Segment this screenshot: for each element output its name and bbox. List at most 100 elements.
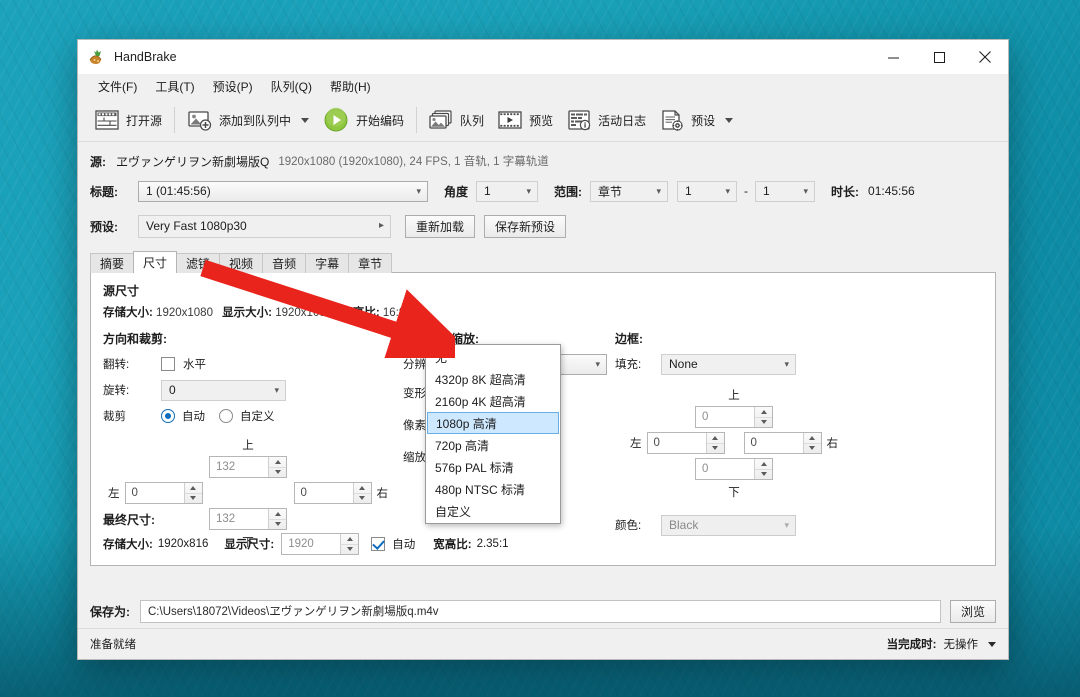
final-display-spin-buttons[interactable] xyxy=(340,534,358,554)
crop-left-right-row: 左 0 xyxy=(103,482,393,504)
crop-top-decrement[interactable] xyxy=(269,468,286,478)
tab-dimensions[interactable]: 尺寸 xyxy=(133,251,177,273)
pad-bottom-spin-buttons[interactable] xyxy=(754,459,772,479)
pad-bottom-decrement[interactable] xyxy=(755,470,772,480)
activity-log-button[interactable]: 活动日志 xyxy=(560,106,653,134)
save-new-preset-button[interactable]: 保存新预设 xyxy=(484,215,566,238)
pad-right-spin-buttons[interactable] xyxy=(803,433,821,453)
color-select-value: Black xyxy=(669,518,698,532)
final-display-spinner[interactable]: 1920 xyxy=(281,533,359,555)
reload-preset-button[interactable]: 重新加载 xyxy=(405,215,475,238)
tab-subtitles[interactable]: 字幕 xyxy=(305,253,349,273)
dropdown-option-custom[interactable]: 自定义 xyxy=(427,500,559,522)
menu-queue[interactable]: 队列(Q) xyxy=(262,75,321,98)
pad-left-spin-buttons[interactable] xyxy=(706,433,724,453)
crop-auto-radio[interactable] xyxy=(161,409,175,423)
chevron-down-icon-when-done[interactable] xyxy=(988,642,996,647)
preset-select[interactable]: Very Fast 1080p30 ▸ xyxy=(138,215,391,238)
dropdown-option-4320p[interactable]: 4320p 8K 超高清 xyxy=(427,368,559,390)
chapter-start-select[interactable]: 1 ▾ xyxy=(677,181,737,202)
padding-row: 填充: None ▾ xyxy=(615,351,983,377)
final-display-increment[interactable] xyxy=(341,534,358,545)
open-source-button[interactable]: 打开源 xyxy=(88,106,169,134)
dimensions-panel: 源尺寸 存储大小: 1920x1080 显示大小: 1920x1080 宽高比:… xyxy=(90,272,996,566)
flip-row: 翻转: 水平 xyxy=(103,351,403,377)
crop-right-decrement[interactable] xyxy=(354,494,371,504)
preview-button[interactable]: 预览 xyxy=(491,106,560,134)
presets-toolbar-button[interactable]: 预设 xyxy=(653,106,740,134)
queue-button[interactable]: 队列 xyxy=(422,106,491,134)
tab-audio[interactable]: 音频 xyxy=(262,253,306,273)
pad-left-decrement[interactable] xyxy=(707,444,724,454)
film-strip-icon xyxy=(95,109,119,131)
pad-left-increment[interactable] xyxy=(707,433,724,444)
chevron-down-icon-presets[interactable] xyxy=(725,118,733,123)
crop-top-value: 132 xyxy=(210,457,268,477)
maximize-button[interactable] xyxy=(916,40,962,74)
rotate-label: 旋转: xyxy=(103,382,161,398)
menu-presets[interactable]: 预设(P) xyxy=(204,75,262,98)
pad-right-increment[interactable] xyxy=(804,433,821,444)
flip-horizontal-checkbox[interactable] xyxy=(161,357,175,371)
destination-path-input[interactable]: C:\Users\18072\Videos\ヱヴァンゲリヲン新劇場版q.m4v xyxy=(140,600,941,623)
range-select[interactable]: 章节 ▾ xyxy=(590,181,668,202)
final-display-decrement[interactable] xyxy=(341,545,358,555)
add-to-queue-button[interactable]: 添加到队列中 xyxy=(180,106,316,134)
chevron-down-icon[interactable] xyxy=(301,118,309,123)
crop-right-increment[interactable] xyxy=(354,483,371,494)
dropdown-option-480p[interactable]: 480p NTSC 标清 xyxy=(427,478,559,500)
pad-left-spinner[interactable]: 0 xyxy=(647,432,725,454)
close-button[interactable] xyxy=(962,40,1008,74)
pad-right-spinner[interactable]: 0 xyxy=(744,432,822,454)
tab-summary[interactable]: 摘要 xyxy=(90,253,134,273)
tab-video[interactable]: 视频 xyxy=(219,253,263,273)
menu-file[interactable]: 文件(F) xyxy=(89,75,146,98)
tab-bar: 摘要 尺寸 滤镜 视频 音频 字幕 章节 xyxy=(90,251,996,273)
pad-top-increment[interactable] xyxy=(755,407,772,418)
final-auto-checkbox[interactable] xyxy=(371,537,385,551)
title-bar: HandBrake xyxy=(78,40,1008,74)
crop-left-decrement[interactable] xyxy=(185,494,202,504)
dropdown-option-720p[interactable]: 720p 高清 xyxy=(427,434,559,456)
pad-left-value: 0 xyxy=(648,433,706,453)
resolution-limit-dropdown[interactable]: 无 4320p 8K 超高清 2160p 4K 超高清 1080p 高清 720… xyxy=(425,344,561,524)
pad-top-decrement[interactable] xyxy=(755,418,772,428)
crop-custom-radio[interactable] xyxy=(219,409,233,423)
preview-label: 预览 xyxy=(529,112,553,129)
pad-top-spinner[interactable]: 0 xyxy=(695,406,773,428)
duration-value: 01:45:56 xyxy=(868,184,915,198)
color-select[interactable]: Black ▾ xyxy=(661,515,796,536)
start-encode-button[interactable]: 开始编码 xyxy=(316,104,411,136)
menu-tools[interactable]: 工具(T) xyxy=(146,75,203,98)
crop-top-spinner[interactable]: 132 xyxy=(209,456,287,478)
when-done-group[interactable]: 当完成时: 无操作 xyxy=(887,636,996,652)
minimize-button[interactable] xyxy=(870,40,916,74)
pad-top-spin-buttons[interactable] xyxy=(754,407,772,427)
crop-left-spin-buttons[interactable] xyxy=(184,483,202,503)
crop-right-spinner[interactable]: 0 xyxy=(294,482,372,504)
pad-bottom-increment[interactable] xyxy=(755,459,772,470)
dropdown-option-576p[interactable]: 576p PAL 标清 xyxy=(427,456,559,478)
crop-top-spin-buttons[interactable] xyxy=(268,457,286,477)
chapter-end-select[interactable]: 1 ▾ xyxy=(755,181,815,202)
crop-top-increment[interactable] xyxy=(269,457,286,468)
dropdown-option-2160p[interactable]: 2160p 4K 超高清 xyxy=(427,390,559,412)
menu-help[interactable]: 帮助(H) xyxy=(321,75,380,98)
crop-left-increment[interactable] xyxy=(185,483,202,494)
padding-select[interactable]: None ▾ xyxy=(661,354,796,375)
crop-right-spin-buttons[interactable] xyxy=(353,483,371,503)
pad-bottom-spinner[interactable]: 0 xyxy=(695,458,773,480)
dropdown-option-none[interactable]: 无 xyxy=(427,346,559,368)
dropdown-option-1080p[interactable]: 1080p 高清 xyxy=(427,412,559,434)
tab-filters[interactable]: 滤镜 xyxy=(176,253,220,273)
chapter-end-value: 1 xyxy=(763,184,770,198)
chevron-down-icon-title: ▾ xyxy=(416,187,421,196)
pad-right-decrement[interactable] xyxy=(804,444,821,454)
browse-button[interactable]: 浏览 xyxy=(950,600,996,623)
crop-left-spinner[interactable]: 0 xyxy=(125,482,203,504)
angle-select[interactable]: 1 ▾ xyxy=(476,181,538,202)
title-select[interactable]: 1 (01:45:56) ▾ xyxy=(138,181,428,202)
rotate-select[interactable]: 0 ▾ xyxy=(161,380,286,401)
storage-size-label: 存储大小: xyxy=(103,307,153,319)
tab-chapters[interactable]: 章节 xyxy=(348,253,392,273)
